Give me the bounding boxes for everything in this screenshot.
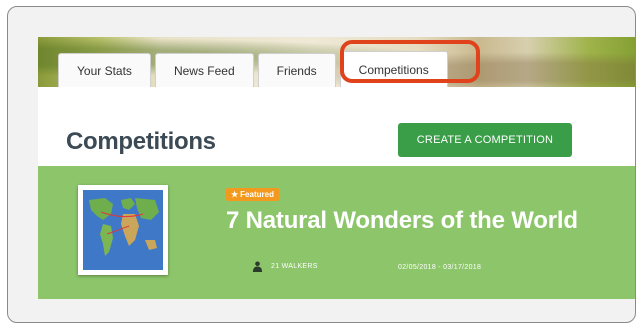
screenshot-frame: Your Stats News Feed Friends Competition…: [7, 6, 636, 323]
tab-label: Competitions: [358, 62, 429, 77]
star-icon: ★: [231, 190, 239, 199]
tab-competitions[interactable]: Competitions: [339, 51, 448, 87]
competitions-page: Your Stats News Feed Friends Competition…: [38, 37, 635, 299]
page-title: Competitions: [66, 128, 216, 155]
walkers-count: 21 WALKERS: [252, 261, 318, 272]
tab-label: Friends: [276, 63, 317, 78]
tab-label: News Feed: [173, 63, 235, 78]
world-map-icon: [83, 190, 163, 270]
walkers-label: 21 WALKERS: [271, 263, 318, 270]
tab-news-feed[interactable]: News Feed: [154, 53, 254, 87]
competition-thumbnail[interactable]: [78, 185, 168, 275]
create-competition-button[interactable]: CREATE A COMPETITION: [398, 123, 572, 157]
featured-competition-card[interactable]: ★ Featured 7 Natural Wonders of the Worl…: [38, 166, 635, 299]
tab-friends[interactable]: Friends: [257, 53, 336, 87]
tab-label: Your Stats: [77, 63, 132, 78]
competition-title[interactable]: 7 Natural Wonders of the World: [226, 207, 578, 235]
tab-your-stats[interactable]: Your Stats: [58, 53, 151, 87]
tab-bar: Your Stats News Feed Friends Competition…: [58, 51, 448, 87]
competition-date-range: 02/05/2018 - 03/17/2018: [398, 264, 482, 271]
featured-label: Featured: [240, 190, 274, 199]
featured-badge: ★ Featured: [226, 188, 279, 201]
person-icon: [252, 261, 263, 272]
